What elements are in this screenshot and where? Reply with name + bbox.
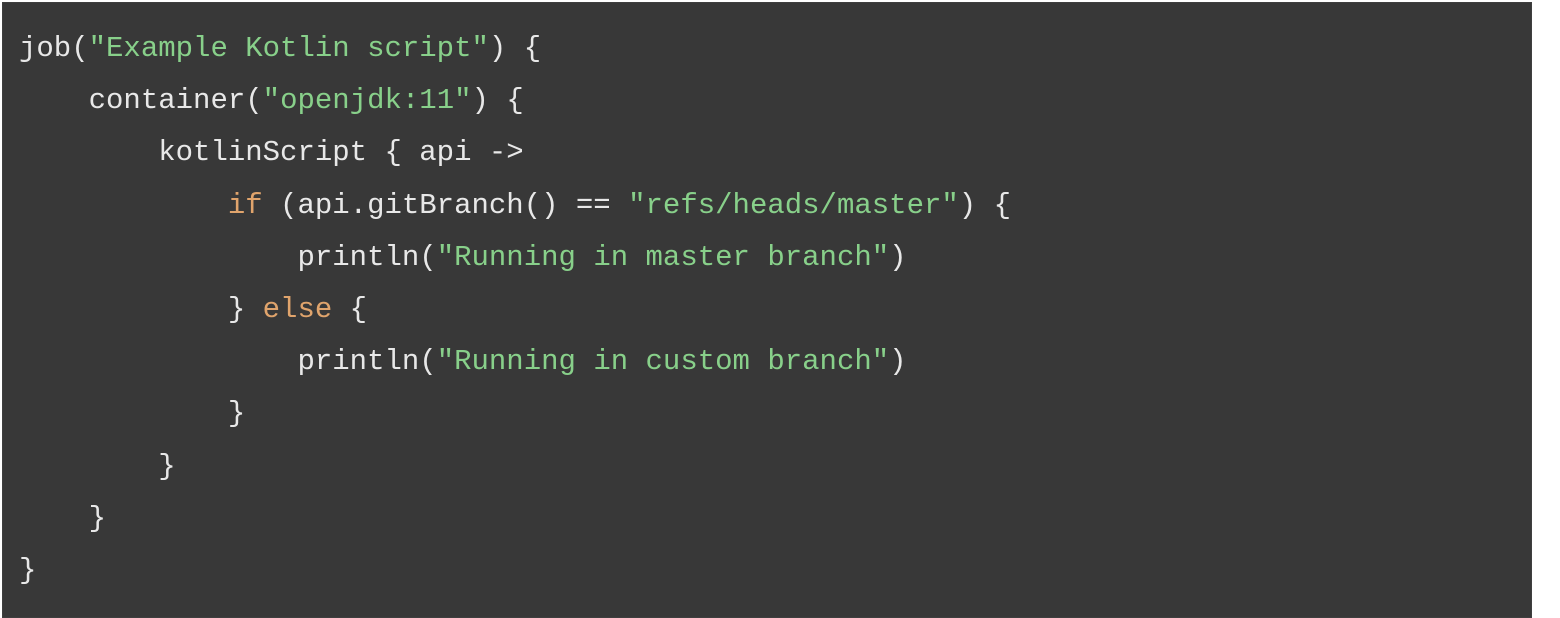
code-line: kotlinScript { api ->	[19, 136, 524, 169]
code-block: job("Example Kotlin script") { container…	[2, 2, 1532, 618]
code-line: println("Running in custom branch")	[19, 345, 907, 378]
code-line: }	[19, 554, 36, 587]
code-line: println("Running in master branch")	[19, 241, 907, 274]
code-line: container("openjdk:11") {	[19, 84, 524, 117]
code-line: job("Example Kotlin script") {	[19, 32, 541, 65]
code-line: }	[19, 397, 245, 430]
code-line: if (api.gitBranch() == "refs/heads/maste…	[19, 189, 1011, 222]
code-line: }	[19, 450, 176, 483]
code-line: } else {	[19, 293, 367, 326]
code-line: }	[19, 502, 106, 535]
